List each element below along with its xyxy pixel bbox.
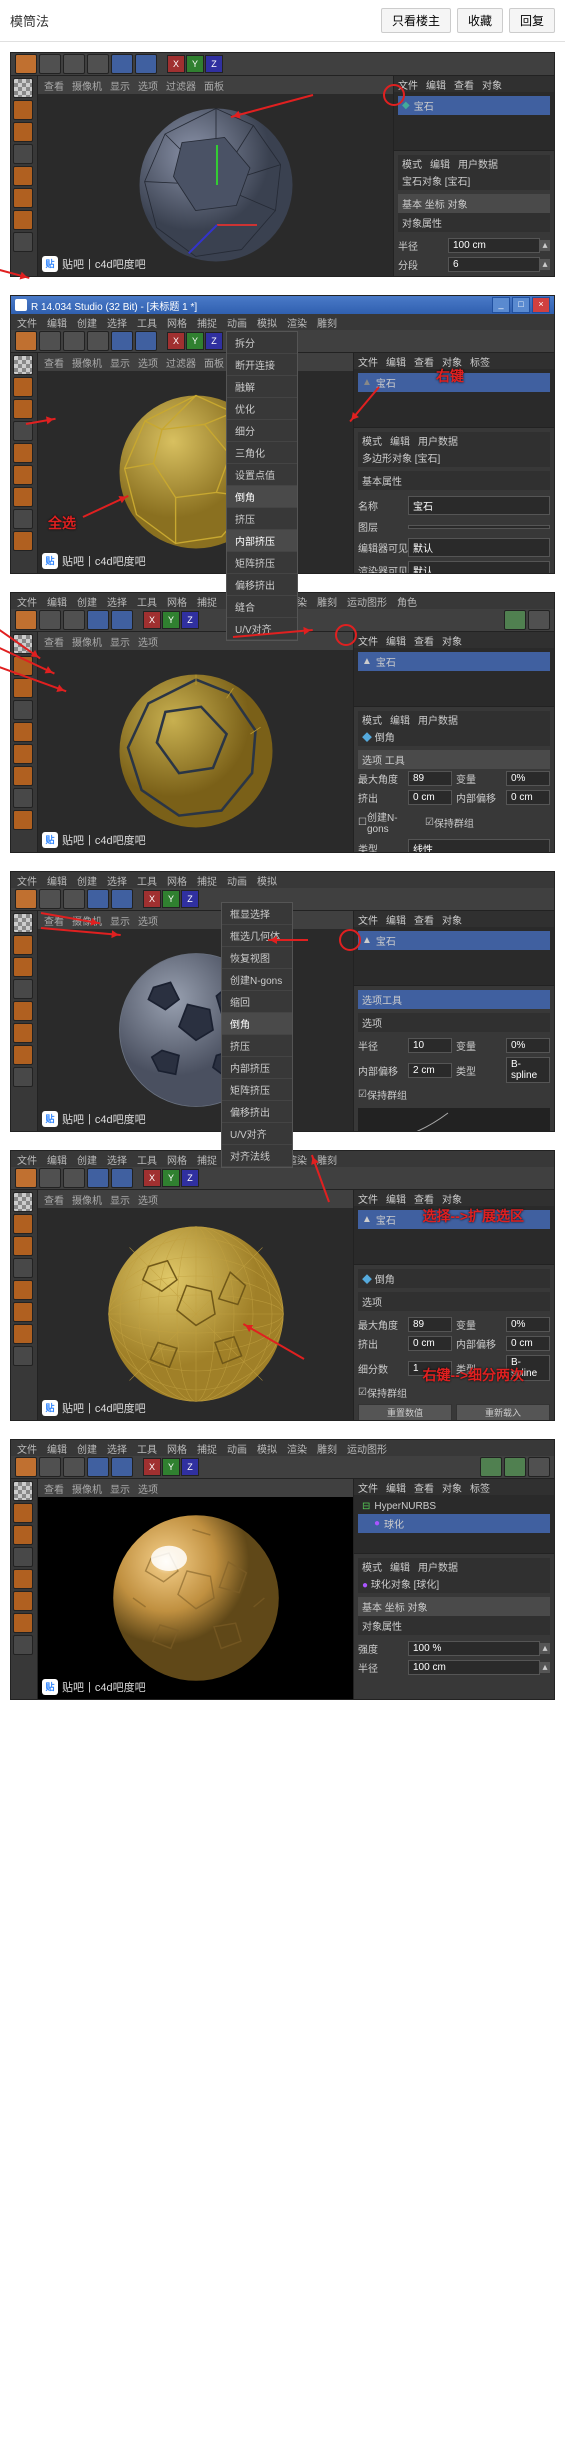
context-menu[interactable]: 框显选择框选几何体恢复视图创建N-gons缩回倒角挤压内部挤压矩阵挤压偏移挤出U… (221, 902, 293, 1168)
screenshot-4: 文件编辑创建选择工具网格捕捉动画模拟 XYZ 查看摄像机显示选项 贴贴吧 | c… (10, 871, 555, 1132)
toolbar: XYZ (11, 53, 554, 76)
gem-beveled (111, 666, 281, 836)
side-button[interactable] (13, 144, 33, 164)
context-bevel: 倒角 (227, 486, 297, 508)
page-title: 模筒法 (10, 11, 375, 30)
side-button[interactable] (13, 166, 33, 186)
screenshot-3: 文件编辑创建选择工具网格捕捉动画模拟渲染雕刻运动图形角色 XYZ 查看摄像机显示… (10, 592, 555, 853)
favorite-button[interactable]: 收藏 (457, 8, 503, 33)
tieba-logo-icon: 贴 (42, 256, 58, 272)
attribute-panel: 文件编辑查看对象 ◆宝石 模式编辑用户数据 宝石对象 [宝石] 基本 坐标 对象… (394, 76, 554, 276)
rendered-ball (106, 1508, 286, 1688)
tool-button[interactable] (15, 54, 37, 74)
checker-icon[interactable] (13, 78, 33, 98)
subdivided-sphere (101, 1219, 291, 1409)
radius-input[interactable]: 100 cm (408, 1660, 540, 1675)
annotation-subdivide: 右键-->细分两次 (423, 1365, 525, 1385)
tool-button[interactable] (111, 54, 133, 74)
screenshot-2: R 14.034 Studio (32 Bit) - [未标题 1 *]_□× … (10, 295, 555, 574)
only-owner-button[interactable]: 只看楼主 (381, 8, 451, 33)
tool-button[interactable] (39, 54, 61, 74)
minimize-button[interactable]: _ (492, 297, 510, 313)
tool-button[interactable] (135, 54, 157, 74)
context-inner-extrude: 内部挤压 (227, 530, 297, 552)
annotation-select-all: 全选 (48, 513, 76, 533)
screenshot-5: 文件编辑创建选择工具网格捕捉动画模拟渲染雕刻 XYZ 查看摄像机显示选项 贴贴吧… (10, 1150, 555, 1421)
annotation-rmb: 右键 (436, 366, 464, 386)
context-bevel: 倒角 (222, 1013, 292, 1035)
radius-input[interactable]: 100 cm (448, 238, 540, 253)
window-titlebar: R 14.034 Studio (32 Bit) - [未标题 1 *]_□× (11, 296, 554, 314)
viewport[interactable]: 查看摄像机显示选项过滤器面板 贴贴吧 | c4d吧度吧 (38, 76, 394, 276)
axis-z-button[interactable]: Z (205, 55, 223, 73)
screenshot-1: XYZ 查看摄像机显示选项过滤器面板 贴贴吧 | c4d吧度吧 文件编辑查看对象… (10, 52, 555, 277)
axis-y-button[interactable]: Y (186, 55, 204, 73)
left-toolbar (11, 76, 38, 276)
tree-spherify[interactable]: ●球化 (358, 1514, 550, 1533)
tool-button[interactable] (63, 54, 85, 74)
strength-input[interactable]: 100 % (408, 1641, 540, 1656)
axis-x-button[interactable]: X (167, 55, 185, 73)
gem-object (131, 100, 301, 270)
annotation-expand-selection: 选择-->扩展选区 (423, 1206, 525, 1226)
side-button[interactable] (13, 232, 33, 252)
tool-button[interactable] (87, 54, 109, 74)
attr-title: 宝石对象 [宝石] (398, 171, 550, 190)
side-button[interactable] (13, 210, 33, 230)
side-button[interactable] (13, 122, 33, 142)
close-button[interactable]: × (532, 297, 550, 313)
circle-annotation (383, 84, 405, 106)
context-menu[interactable]: 拆分断开连接融解优化细分三角化设置点值倒角挤压内部挤压矩阵挤压偏移挤出缝合U/V… (226, 331, 298, 641)
screenshot-6: 文件编辑创建选择工具网格捕捉动画模拟渲染雕刻运动图形 XYZ 查看摄像机显示选项 (10, 1439, 555, 1700)
side-button[interactable] (13, 100, 33, 120)
tree-hypernurbs[interactable]: ⊟HyperNURBS (358, 1499, 550, 1514)
tree-item[interactable]: ◆宝石 (398, 96, 550, 115)
maximize-button[interactable]: □ (512, 297, 530, 313)
reply-button[interactable]: 回复 (509, 8, 555, 33)
segment-input[interactable]: 6 (448, 257, 540, 272)
side-button[interactable] (13, 188, 33, 208)
